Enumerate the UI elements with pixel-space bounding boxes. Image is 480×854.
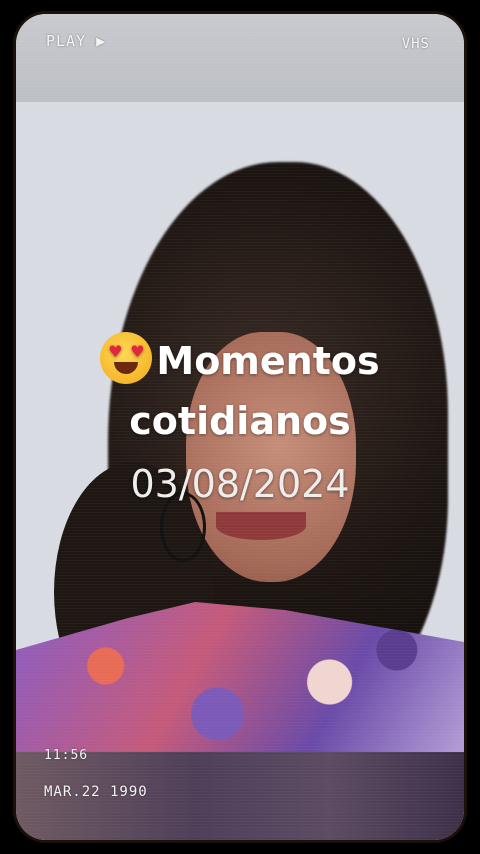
date-stamp: MAR.22 1990: [44, 784, 148, 800]
vhs-label: VHS: [401, 36, 430, 52]
heart-eyes-emoji-icon: ♥ ♥: [100, 332, 153, 384]
time-stamp: 11:56: [44, 748, 89, 763]
vhs-top-band: [16, 14, 464, 102]
play-indicator: PLAY ▶: [46, 32, 107, 50]
caption-title: Momentos: [156, 339, 380, 383]
caption-line-1: ♥ ♥ Momentos: [0, 332, 480, 388]
smile: [216, 512, 306, 540]
caption-line-2: cotidianos: [129, 399, 351, 443]
caption-date: 03/08/2024: [130, 462, 350, 506]
